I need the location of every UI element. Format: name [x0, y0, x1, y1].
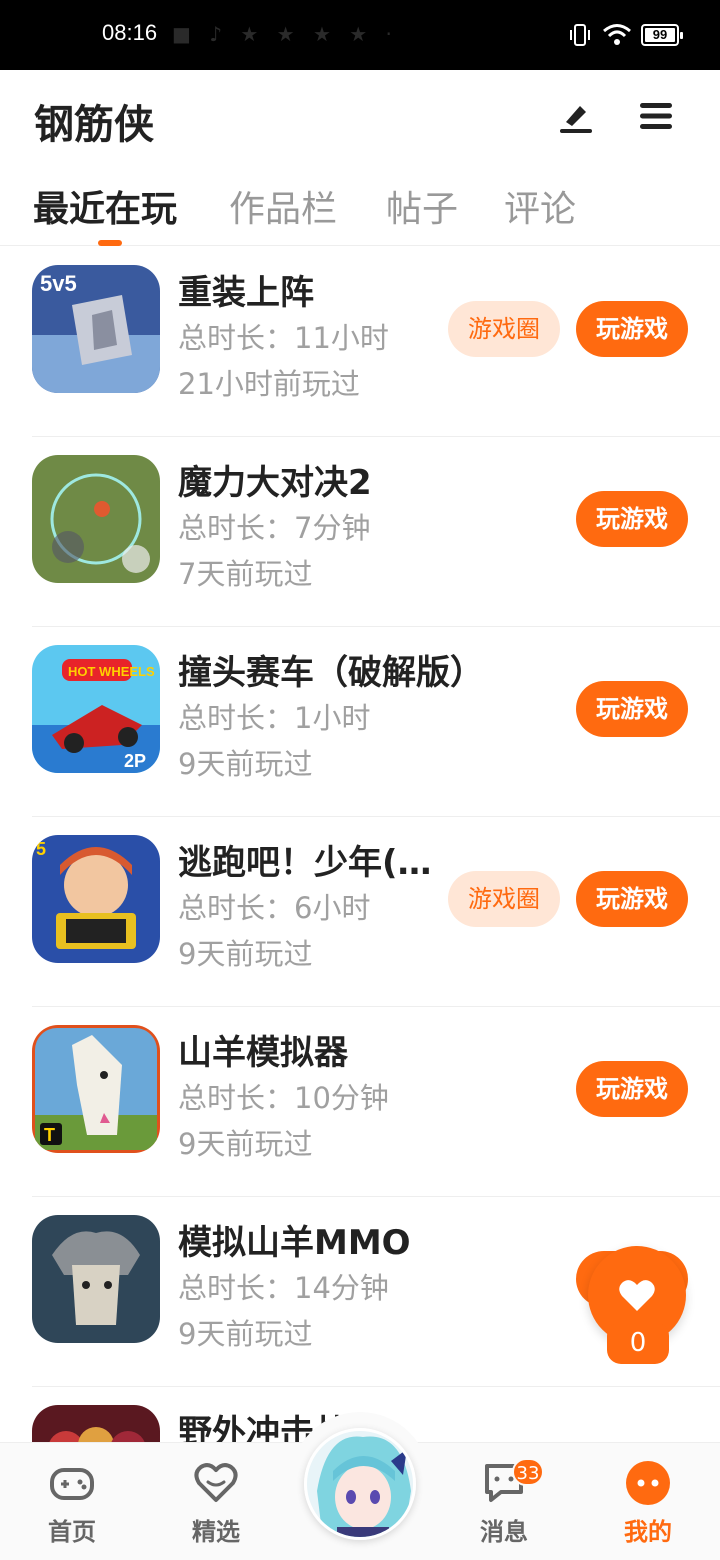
- nav-home[interactable]: 首页: [22, 1458, 122, 1547]
- wifi-icon: [603, 24, 631, 45]
- battery-level: 99: [645, 28, 675, 42]
- game-row[interactable]: 5 逃跑吧！少年(… 总时长：6小时 9天前玩过 游戏圈 玩游戏: [0, 817, 720, 1007]
- game-icon-goat-simulator: T: [32, 1025, 160, 1153]
- game-duration: 总时长：6小时: [178, 891, 371, 925]
- game-circle-button[interactable]: 游戏圈: [448, 301, 560, 357]
- play-game-button[interactable]: 玩游戏: [576, 491, 688, 547]
- nav-mine[interactable]: 我的: [598, 1458, 698, 1547]
- page-title: 钢筋侠: [34, 102, 154, 148]
- tab-works[interactable]: 作品栏: [229, 180, 337, 232]
- game-row[interactable]: 5v5 重装上阵 总时长：11小时 21小时前玩过 游戏圈 玩游戏: [0, 247, 720, 437]
- nav-messages-label: 消息: [480, 1518, 528, 1546]
- nav-featured-label: 精选: [192, 1518, 240, 1546]
- nav-mine-label: 我的: [624, 1518, 672, 1546]
- status-time: 08:16: [102, 20, 158, 45]
- game-row[interactable]: 魔力大对决2 总时长：7分钟 7天前玩过 玩游戏: [0, 437, 720, 627]
- game-row[interactable]: HOT WHEELS 2P 撞头赛车（破解版） 总时长：1小时 9天前玩过 玩游…: [0, 627, 720, 817]
- nav-featured[interactable]: 精选: [166, 1458, 266, 1547]
- game-duration: 总时长：7分钟: [178, 511, 371, 545]
- play-game-button[interactable]: 玩游戏: [576, 1061, 688, 1117]
- heart-outline-icon: [194, 1463, 238, 1502]
- like-count: 0: [607, 1322, 669, 1364]
- game-last-played: 7天前玩过: [178, 557, 313, 591]
- game-icon-heavy-armor: 5v5: [32, 265, 160, 393]
- game-last-played: 9天前玩过: [178, 937, 313, 971]
- game-last-played: 9天前玩过: [178, 747, 313, 781]
- battery-icon: 99: [641, 24, 683, 46]
- avatar[interactable]: [304, 1428, 416, 1540]
- svg-text:5v5: 5v5: [40, 271, 77, 296]
- svg-text:HOT WHEELS: HOT WHEELS: [68, 664, 155, 679]
- game-duration: 总时长：11小时: [178, 321, 389, 355]
- game-row[interactable]: T 山羊模拟器 总时长：10分钟 9天前玩过 玩游戏: [0, 1007, 720, 1197]
- game-name: 魔力大对决2: [178, 463, 372, 503]
- tab-indicator: [98, 240, 122, 246]
- edit-icon[interactable]: [556, 96, 596, 136]
- messages-badge: 33: [512, 1458, 544, 1486]
- tab-posts[interactable]: 帖子: [386, 180, 458, 232]
- play-game-button[interactable]: 玩游戏: [576, 871, 688, 927]
- game-icon-goat-mmo: [32, 1215, 160, 1343]
- game-name: 重装上阵: [178, 273, 314, 313]
- game-name: 模拟山羊MMO: [178, 1223, 411, 1263]
- game-icon-hot-wheels: HOT WHEELS 2P: [32, 645, 160, 773]
- svg-text:5: 5: [36, 839, 46, 859]
- game-last-played: 9天前玩过: [178, 1317, 313, 1351]
- tab-comments[interactable]: 评论: [504, 180, 576, 232]
- game-icon-magic-duel: [32, 455, 160, 583]
- profile-header: 钢筋侠: [0, 70, 720, 160]
- tab-recent[interactable]: 最近在玩: [33, 180, 177, 232]
- game-last-played: 9天前玩过: [178, 1127, 313, 1161]
- game-icon-run-boy: 5: [32, 835, 160, 963]
- game-duration: 总时长：14分钟: [178, 1271, 389, 1305]
- game-duration: 总时长：1小时: [178, 701, 371, 735]
- svg-text:T: T: [44, 1125, 55, 1145]
- vibrate-icon: [570, 24, 590, 46]
- game-name: 撞头赛车（破解版）: [178, 653, 484, 693]
- heart-icon: [619, 1280, 655, 1311]
- game-name: 山羊模拟器: [178, 1033, 348, 1073]
- nav-home-label: 首页: [48, 1518, 96, 1546]
- game-name: 逃跑吧！少年(…: [178, 843, 432, 883]
- notification-icons: ■ ♪ ★ ★ ★ ★ ·: [172, 22, 398, 46]
- status-bar: 08:16 ■ ♪ ★ ★ ★ ★ · 99: [0, 0, 720, 70]
- recent-games-list: 5v5 重装上阵 总时长：11小时 21小时前玩过 游戏圈 玩游戏 魔力大对决2…: [0, 247, 720, 1560]
- play-game-button[interactable]: 玩游戏: [576, 301, 688, 357]
- gamepad-icon: [50, 1468, 94, 1500]
- game-last-played: 21小时前玩过: [178, 367, 360, 401]
- profile-icon: [626, 1461, 670, 1505]
- play-game-button[interactable]: 玩游戏: [576, 681, 688, 737]
- svg-text:2P: 2P: [124, 751, 146, 771]
- game-circle-button[interactable]: 游戏圈: [448, 871, 560, 927]
- tab-bar: 最近在玩 作品栏 帖子 评论: [0, 170, 720, 246]
- menu-icon[interactable]: [636, 96, 676, 136]
- game-duration: 总时长：10分钟: [178, 1081, 389, 1115]
